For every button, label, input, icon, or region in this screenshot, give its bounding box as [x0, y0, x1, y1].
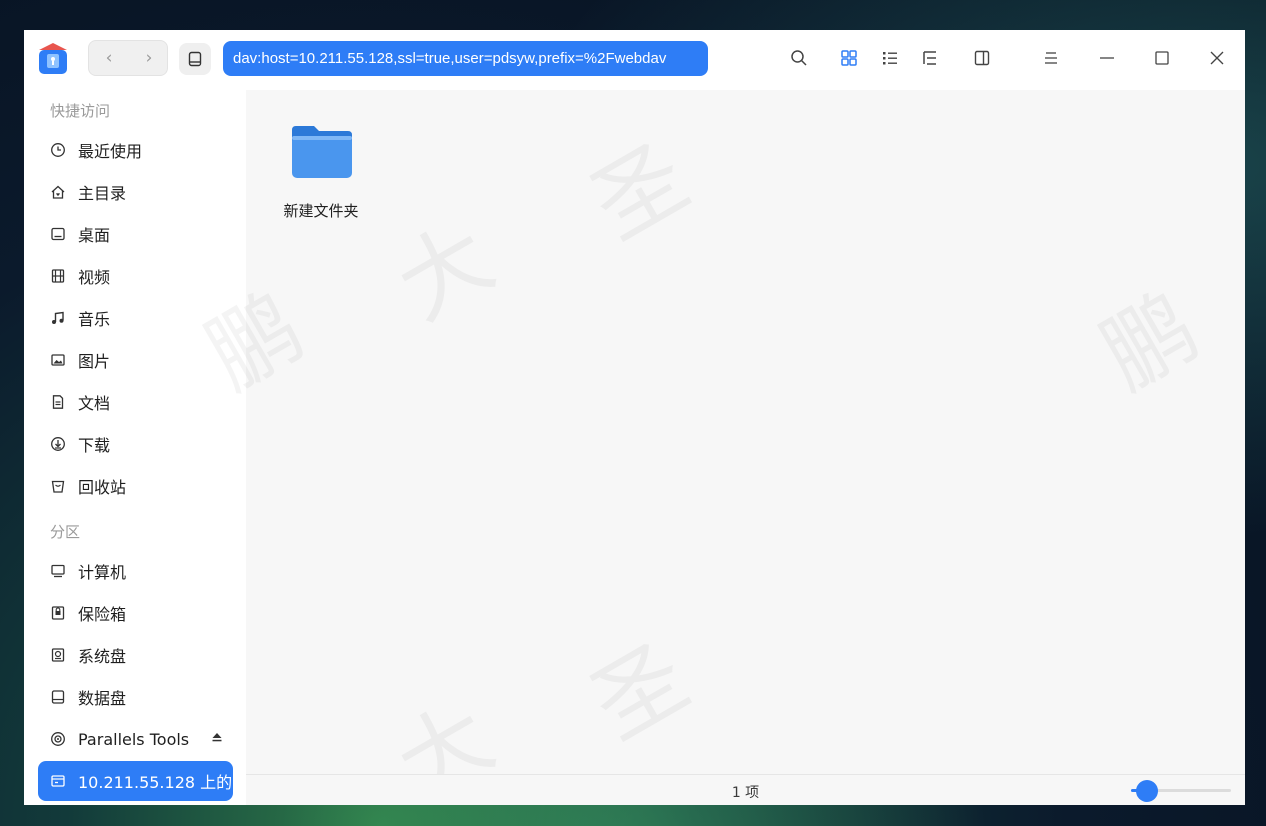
list-view-button[interactable]	[878, 46, 902, 70]
back-button[interactable]: ‹	[89, 41, 129, 75]
network-drive-icon	[51, 775, 65, 787]
toggle-breadcrumb-button[interactable]	[179, 43, 211, 75]
sidebar-item-label: 系统盘	[78, 647, 127, 666]
sidebar-item-system-disk[interactable]: 系统盘	[38, 635, 233, 675]
vault-icon	[51, 606, 65, 620]
film-icon	[51, 269, 65, 283]
sidebar-item-label: 文档	[78, 394, 111, 413]
menu-icon	[1045, 52, 1057, 64]
drive-icon	[188, 51, 202, 67]
sidebar-item-label: 音乐	[78, 310, 111, 329]
watermark-text: 圣	[565, 606, 708, 764]
status-bar: 1 项	[246, 774, 1245, 805]
trash-icon	[51, 480, 65, 493]
minimize-button[interactable]	[1095, 46, 1119, 70]
navigation-buttons: ‹ ›	[88, 40, 168, 76]
sidebar-item-desktop[interactable]: 桌面	[38, 214, 233, 254]
sidebar-item-label: 视频	[78, 268, 111, 287]
system-disk-icon	[51, 648, 65, 662]
sidebar-item-label: 回收站	[78, 478, 127, 497]
file-manager-window: ‹ › dav:host=10.211.55.128,ssl=true,user…	[24, 30, 1245, 805]
icon-view-button[interactable]	[837, 46, 861, 70]
sidebar-item-computer[interactable]: 计算机	[38, 551, 233, 591]
tree-view-icon	[923, 51, 936, 65]
sidebar-item-documents[interactable]: 文档	[38, 382, 233, 422]
document-icon	[52, 395, 64, 409]
minimize-icon	[1100, 57, 1114, 59]
sidebar-item-label: 主目录	[78, 184, 127, 203]
sidebar: 快捷访问 最近使用 主目录 桌面 视频 音乐 图片 文档 下载 回收站 分区 计…	[24, 90, 246, 805]
grid-view-icon	[841, 50, 857, 66]
watermark-text: 圣	[565, 106, 708, 264]
file-view[interactable]: 鹏 大 圣 鹏 大 圣 新建文件夹	[190, 90, 1245, 805]
partition-heading: 分区	[50, 523, 81, 541]
address-bar[interactable]: dav:host=10.211.55.128,ssl=true,user=pds…	[223, 41, 708, 76]
quick-access-heading: 快捷访问	[50, 102, 111, 120]
sidebar-item-label: 图片	[78, 352, 111, 371]
side-panel-icon	[974, 50, 990, 66]
computer-icon	[51, 564, 65, 578]
sidebar-item-music[interactable]: 音乐	[38, 298, 233, 338]
clock-icon	[51, 143, 65, 157]
sidebar-item-label: 计算机	[78, 563, 127, 582]
sidebar-item-trash[interactable]: 回收站	[38, 466, 233, 506]
sidebar-item-label: 最近使用	[78, 142, 143, 161]
sidebar-item-label: Parallels Tools	[78, 729, 190, 749]
tree-view-button[interactable]	[918, 46, 942, 70]
sidebar-item-label: 下载	[78, 436, 111, 455]
sidebar-item-label: 数据盘	[78, 689, 127, 708]
download-icon	[51, 437, 65, 451]
search-button[interactable]	[787, 46, 811, 70]
eject-icon[interactable]	[211, 731, 223, 743]
file-name: 新建文件夹	[283, 202, 359, 220]
file-item-folder[interactable]: 新建文件夹	[276, 120, 366, 230]
data-disk-icon	[51, 690, 65, 704]
sidebar-item-parallels-tools[interactable]: Parallels Tools	[38, 719, 233, 759]
sidebar-item-recent[interactable]: 最近使用	[38, 130, 233, 170]
sidebar-item-pictures[interactable]: 图片	[38, 340, 233, 380]
file-manager-logo-icon	[39, 43, 67, 74]
sidebar-item-data-disk[interactable]: 数据盘	[38, 677, 233, 717]
sidebar-item-network-drive[interactable]: 10.211.55.128 上的…	[38, 761, 233, 801]
item-count: 1 项	[731, 785, 760, 801]
close-icon	[1210, 51, 1224, 65]
maximize-button[interactable]	[1150, 46, 1174, 70]
sidebar-item-label: 保险箱	[78, 605, 127, 624]
sidebar-item-home[interactable]: 主目录	[38, 172, 233, 212]
search-icon	[791, 50, 807, 66]
titlebar: ‹ › dav:host=10.211.55.128,ssl=true,user…	[24, 30, 1245, 90]
music-icon	[52, 311, 64, 324]
image-icon	[51, 354, 65, 366]
disc-icon	[51, 732, 65, 746]
list-view-icon	[883, 52, 897, 65]
close-button[interactable]	[1205, 46, 1229, 70]
watermark-text: 大	[370, 186, 513, 344]
sidebar-item-label: 桌面	[78, 226, 111, 245]
home-icon	[51, 185, 65, 199]
sidebar-item-videos[interactable]: 视频	[38, 256, 233, 296]
detail-panel-button[interactable]	[970, 46, 994, 70]
folder-icon	[292, 126, 352, 178]
desktop-icon	[51, 227, 65, 241]
forward-button[interactable]: ›	[129, 41, 169, 75]
sidebar-item-downloads[interactable]: 下载	[38, 424, 233, 464]
sidebar-item-label: 10.211.55.128 上的…	[78, 773, 233, 792]
sidebar-item-vault[interactable]: 保险箱	[38, 593, 233, 633]
main-menu-button[interactable]	[1039, 46, 1063, 70]
maximize-icon	[1155, 51, 1169, 65]
icon-size-slider-thumb[interactable]	[1136, 780, 1158, 802]
watermark-text: 鹏	[1075, 256, 1218, 414]
